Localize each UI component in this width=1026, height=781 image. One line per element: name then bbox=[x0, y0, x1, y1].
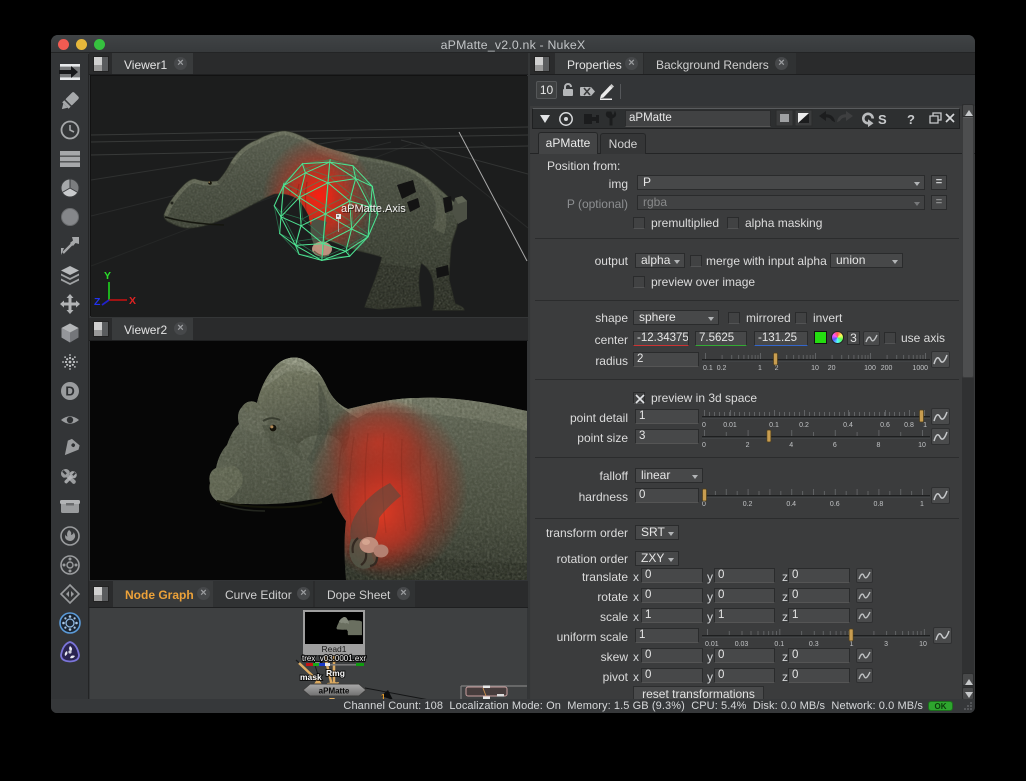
svg-text:0: 0 bbox=[702, 442, 706, 449]
svg-text:1000: 1000 bbox=[912, 365, 928, 372]
svg-text:0.01: 0.01 bbox=[705, 641, 719, 648]
svg-text:1: 1 bbox=[850, 641, 854, 648]
svg-text:200: 200 bbox=[881, 365, 893, 372]
svg-text:2: 2 bbox=[746, 442, 750, 449]
svg-text:mask: mask bbox=[300, 672, 322, 682]
svg-text:10: 10 bbox=[811, 365, 819, 372]
svg-text:D: D bbox=[65, 384, 74, 399]
svg-text:8: 8 bbox=[876, 442, 880, 449]
svg-text:0.4: 0.4 bbox=[786, 501, 796, 508]
svg-text:S: S bbox=[878, 112, 887, 127]
svg-text:aPMatte.Axis: aPMatte.Axis bbox=[341, 203, 406, 215]
svg-text:3: 3 bbox=[884, 641, 888, 648]
svg-text:0.3: 0.3 bbox=[809, 641, 819, 648]
svg-text:10: 10 bbox=[919, 641, 927, 648]
svg-text:2: 2 bbox=[775, 365, 779, 372]
svg-text:100: 100 bbox=[864, 365, 876, 372]
svg-text:0.03: 0.03 bbox=[735, 641, 749, 648]
svg-text:0.2: 0.2 bbox=[743, 501, 753, 508]
svg-text:Y: Y bbox=[104, 270, 111, 282]
svg-text:trex_v03.0001.exr: trex_v03.0001.exr bbox=[302, 654, 366, 663]
svg-text:Rmg: Rmg bbox=[326, 668, 345, 678]
svg-text:1: 1 bbox=[920, 501, 924, 508]
svg-text:0: 0 bbox=[702, 501, 706, 508]
svg-text:0.6: 0.6 bbox=[830, 501, 840, 508]
svg-text:6: 6 bbox=[833, 442, 837, 449]
svg-text:10: 10 bbox=[918, 442, 926, 449]
svg-text:?: ? bbox=[907, 112, 915, 127]
svg-text:0.1: 0.1 bbox=[774, 641, 784, 648]
svg-text:4: 4 bbox=[789, 442, 793, 449]
svg-text:Read1: Read1 bbox=[321, 644, 346, 654]
svg-text:0.1: 0.1 bbox=[703, 365, 713, 372]
svg-text:X: X bbox=[129, 295, 136, 307]
svg-text:aPMatte: aPMatte bbox=[319, 687, 350, 696]
svg-text:0.2: 0.2 bbox=[717, 365, 727, 372]
svg-text:Z: Z bbox=[94, 296, 101, 308]
svg-text:20: 20 bbox=[828, 365, 836, 372]
svg-text:1: 1 bbox=[758, 365, 762, 372]
svg-text:0.8: 0.8 bbox=[874, 501, 884, 508]
